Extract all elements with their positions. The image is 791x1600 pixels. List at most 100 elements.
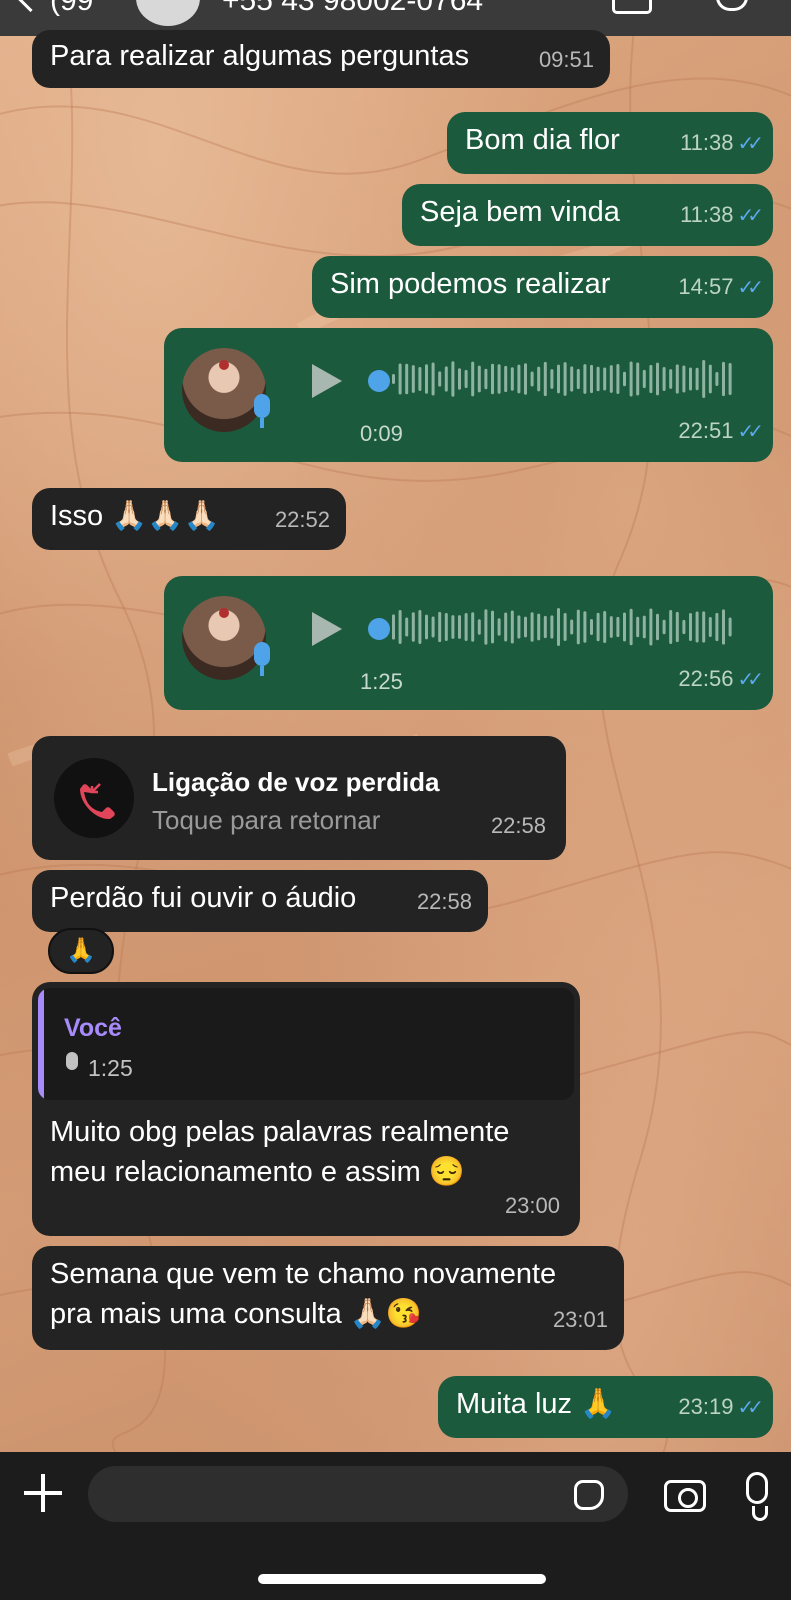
voice-message[interactable]: 1:25 22:56 ✓✓ <box>164 576 773 710</box>
waveform-bar <box>695 367 699 391</box>
voice-message[interactable]: 0:09 22:51 ✓✓ <box>164 328 773 462</box>
message-input[interactable] <box>88 1466 628 1522</box>
waveform-bar <box>517 364 521 394</box>
waveform-bar <box>477 619 481 635</box>
message-text: Muita luz 🙏 <box>456 1388 617 1420</box>
waveform-bar <box>570 366 574 392</box>
message-time: 14:57 <box>678 274 734 299</box>
waveform-bar <box>609 616 613 638</box>
call-title: Ligação de voz perdida <box>152 767 440 797</box>
message-text-line2: pra mais uma consulta 🙏🏻😘 <box>50 1298 423 1330</box>
message-bubble[interactable]: Sim podemos realizar 14:57 ✓✓ <box>312 256 773 318</box>
waveform-bar <box>702 611 706 643</box>
quote-mic-icon <box>66 1052 78 1070</box>
message-meta: 22:51 ✓✓ <box>678 409 763 452</box>
waveform[interactable] <box>392 352 740 406</box>
plus-icon[interactable] <box>24 1474 62 1512</box>
waveform-bar <box>550 369 554 389</box>
mic-button-icon[interactable] <box>746 1472 768 1504</box>
message-bubble[interactable]: Seja bem vinda 11:38 ✓✓ <box>402 184 773 246</box>
waveform-bar <box>642 369 646 389</box>
message-meta: 22:56 ✓✓ <box>678 657 763 700</box>
waveform-bar <box>398 609 402 645</box>
waveform-bar <box>695 611 699 643</box>
mic-stand <box>260 666 264 676</box>
message-bubble[interactable]: Para realizar algumas perguntas 09:51 <box>32 30 610 88</box>
reply-message[interactable]: Você 1:25 Muito obg pelas palavras realm… <box>32 982 580 1236</box>
play-icon[interactable] <box>312 612 342 646</box>
message-time: 22:52 <box>274 507 330 532</box>
contact-avatar[interactable] <box>136 0 200 26</box>
waveform-bar <box>708 364 712 394</box>
message-meta: 14:57 ✓✓ <box>678 267 763 308</box>
waveform-bar <box>411 365 415 393</box>
waveform-bar <box>563 362 567 396</box>
back-icon[interactable] <box>12 0 49 13</box>
waveform-bar <box>510 610 514 644</box>
missed-call-message[interactable]: Ligação de voz perdida Toque para retorn… <box>32 736 566 860</box>
waveform-bar <box>524 616 527 638</box>
waveform-bar <box>715 371 719 387</box>
call-subtitle: Toque para retornar <box>152 805 381 835</box>
waveform-bar <box>504 365 508 393</box>
waveform-bar <box>702 360 706 398</box>
waveform-bar <box>543 615 547 639</box>
waveform-bar <box>431 362 435 396</box>
play-icon[interactable] <box>312 364 342 398</box>
message-bubble[interactable]: Semana que vem te chamo novamente pra ma… <box>32 1246 624 1350</box>
message-bubble[interactable]: Isso 🙏🏻🙏🏻🙏🏻 22:52 <box>32 488 346 550</box>
video-call-icon[interactable] <box>612 0 652 14</box>
waveform-bar <box>689 367 692 391</box>
waveform-bar <box>491 610 494 644</box>
message-text: Seja bem vinda <box>420 196 620 228</box>
waveform-bar <box>570 619 574 635</box>
waveform-bar <box>464 613 468 641</box>
waveform-bar <box>444 366 448 392</box>
camera-icon[interactable] <box>664 1480 706 1512</box>
waveform-bar <box>484 609 488 645</box>
waveform-bar <box>583 611 587 643</box>
message-text: Sim podemos realizar <box>330 268 611 300</box>
waveform-bar <box>722 361 725 397</box>
waveform-bar <box>411 612 415 642</box>
message-bubble[interactable]: Muita luz 🙏 23:19 ✓✓ <box>438 1376 773 1438</box>
waveform-bar <box>484 368 488 390</box>
waveform-bar <box>728 617 732 637</box>
sender-avatar <box>182 596 266 680</box>
waveform-bar <box>438 371 442 387</box>
read-ticks-icon: ✓✓ <box>737 669 763 691</box>
sticker-icon[interactable] <box>574 1480 604 1510</box>
read-ticks-icon: ✓✓ <box>737 205 763 227</box>
playback-knob[interactable] <box>368 618 390 640</box>
home-indicator <box>258 1574 546 1584</box>
waveform-bar <box>596 366 600 392</box>
waveform-bar <box>609 365 613 393</box>
message-bubble[interactable]: Perdão fui ouvir o áudio 22:58 <box>32 870 488 932</box>
contact-name[interactable]: +55 43 98002-0764 <box>222 0 483 18</box>
waveform-bar <box>675 611 679 643</box>
waveform[interactable] <box>392 600 740 654</box>
message-time: 23:19 <box>678 1394 734 1419</box>
waveform-bar <box>623 612 626 642</box>
playback-knob[interactable] <box>368 370 390 392</box>
message-time: 11:38 <box>680 130 734 155</box>
read-ticks-icon: ✓✓ <box>737 133 763 155</box>
message-text: Isso 🙏🏻🙏🏻🙏🏻 <box>50 500 220 532</box>
waveform-bar <box>623 371 626 387</box>
waveform-bar <box>636 362 640 396</box>
quoted-message[interactable]: Você 1:25 <box>38 988 574 1100</box>
waveform-bar <box>682 619 686 635</box>
message-time: 11:38 <box>680 202 734 227</box>
voice-call-icon[interactable] <box>716 0 748 11</box>
mic-icon <box>254 394 270 418</box>
message-bubble[interactable]: Bom dia flor 11:38 ✓✓ <box>447 112 773 174</box>
message-reaction[interactable]: 🙏 <box>48 928 114 974</box>
waveform-bar <box>431 616 435 638</box>
message-time: 22:51 <box>678 418 734 443</box>
waveform-bar <box>491 363 494 395</box>
waveform-bar <box>603 367 607 391</box>
waveform-bar <box>444 613 448 641</box>
waveform-bar <box>530 612 534 642</box>
message-time: 22:58 <box>416 889 472 914</box>
unread-count[interactable]: (99 <box>50 0 93 18</box>
